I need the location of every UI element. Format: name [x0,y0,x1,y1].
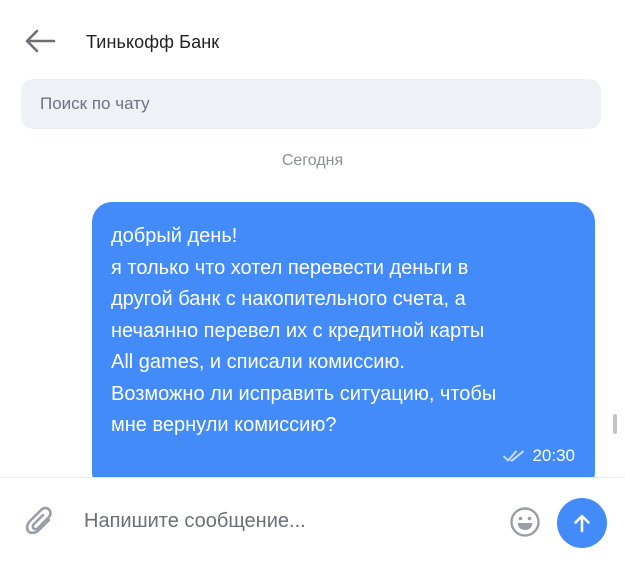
message-line: другой банк с накопительного счета, а [111,288,466,310]
search-input[interactable] [21,79,601,129]
message-time: 20:30 [532,446,575,465]
message-meta: 20:30 [503,446,575,466]
message-line: я только что хотел перевести деньги в [111,256,469,279]
arrow-up-icon [574,514,590,533]
message-line: Возможно ли исправить ситуацию, чтобы [111,382,497,405]
date-separator: Сегодня [281,152,344,169]
paperclip-icon [25,506,52,535]
outgoing-message-bubble[interactable]: добрый день! я только что хотел перевест… [92,202,595,492]
message-composer [0,477,625,564]
scrollbar-thumb[interactable] [613,414,617,434]
message-line: нечаянно перевел их с кредитной карты [111,319,485,342]
chat-search[interactable] [21,79,601,129]
double-check-icon [503,450,525,462]
arrow-left-icon [25,29,56,53]
chat-header: Тинькофф Банк [0,0,625,80]
send-button[interactable] [557,498,607,548]
message-text: добрый день! я только что хотел перевест… [111,221,581,442]
message-line: мне вернули комиссию? [111,414,337,436]
message-line: добрый день! [111,225,238,247]
chat-title: Тинькофф Банк [86,32,220,52]
message-line: All games, и списали комиссию. [111,351,405,373]
smile-icon [510,507,540,537]
attach-button[interactable] [22,504,58,540]
back-button[interactable] [22,26,58,56]
emoji-button[interactable] [509,506,541,538]
message-input[interactable] [84,500,484,542]
